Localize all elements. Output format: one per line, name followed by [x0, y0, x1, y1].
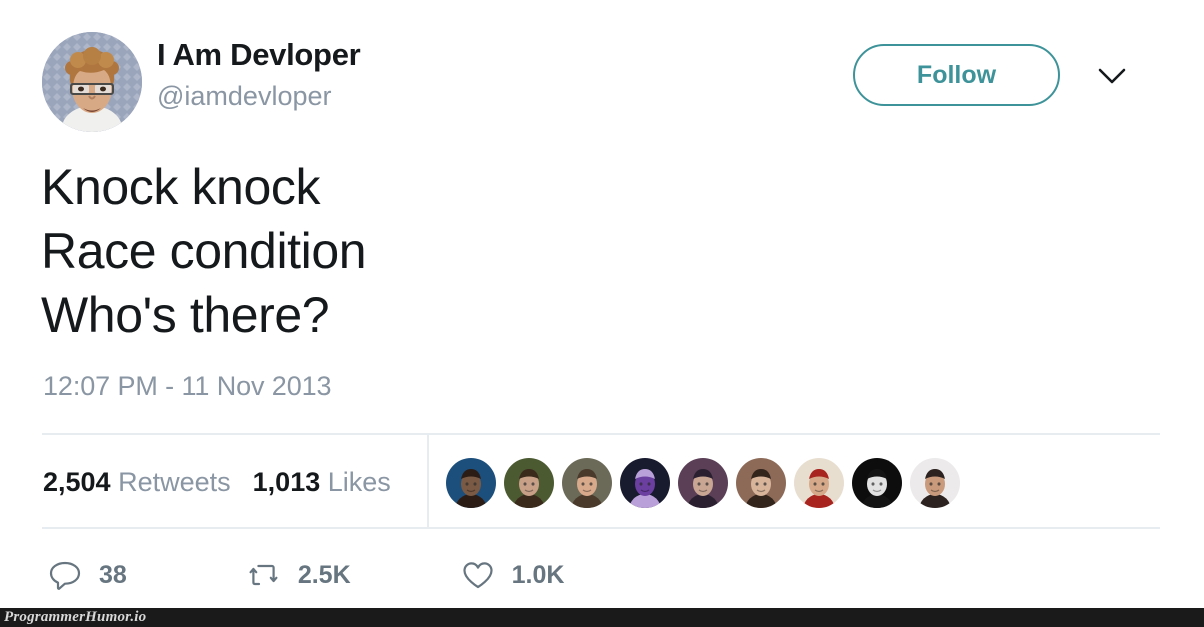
watermark-bar: ProgrammerHumor.io [0, 608, 1204, 627]
retweet-count: 2.5K [297, 560, 351, 589]
heart-icon [463, 562, 493, 589]
reply-count: 38 [99, 560, 127, 589]
avatar[interactable] [42, 32, 142, 132]
watermark-text: ProgrammerHumor.io [4, 609, 147, 625]
retweets-count: 2,504 [43, 467, 111, 497]
follow-button[interactable]: Follow [853, 44, 1060, 106]
liker-avatars-row [446, 457, 968, 509]
liker-avatar-1[interactable] [446, 458, 496, 508]
speech-bubble-icon [49, 561, 81, 590]
likes-stat[interactable]: 1,013 Likes [253, 467, 391, 497]
reply-action[interactable]: 38 [48, 558, 127, 592]
tweet-text: Knock knock Race condition Who's there? [41, 159, 367, 343]
liker-avatar-4[interactable] [620, 458, 670, 508]
user-handle: @iamdevloper [157, 81, 332, 111]
liker-avatar-8[interactable] [852, 458, 902, 508]
retweets-stat[interactable]: 2,504 Retweets [43, 467, 231, 497]
tweet-header: I Am Devloper @iamdevloper Follow [42, 30, 1162, 134]
retweets-label: Retweets [118, 467, 231, 497]
liker-avatar-7[interactable] [794, 458, 844, 508]
divider-bottom [42, 527, 1160, 529]
retweet-action[interactable]: 2.5K [247, 558, 351, 592]
likes-label: Likes [327, 467, 391, 497]
name-block: I Am Devloper @iamdevloper [157, 36, 361, 114]
like-action[interactable]: 1.0K [461, 558, 565, 592]
liker-avatar-3[interactable] [562, 458, 612, 508]
liker-avatar-9[interactable] [910, 458, 960, 508]
liker-avatar-2[interactable] [504, 458, 554, 508]
divider-top [42, 433, 1160, 435]
more-options-button[interactable] [1090, 58, 1134, 94]
chevron-down-icon [1098, 68, 1126, 84]
tweet-card: I Am Devloper @iamdevloper Follow Knock … [0, 0, 1204, 608]
divider-vertical [427, 435, 429, 527]
retweet-icon [249, 564, 278, 586]
liker-avatar-5[interactable] [678, 458, 728, 508]
display-name: I Am Devloper [157, 37, 361, 72]
action-bar: 38 2.5K 1.0K [48, 553, 564, 597]
like-count: 1.0K [511, 560, 565, 589]
likes-count: 1,013 [252, 467, 321, 497]
profile-photo-napoleon [42, 32, 142, 132]
tweet-timestamp: 12:07 PM - 11 Nov 2013 [43, 371, 332, 401]
stats-row: 2,504 Retweets 1,013 Likes [43, 462, 391, 502]
liker-avatar-6[interactable] [736, 458, 786, 508]
